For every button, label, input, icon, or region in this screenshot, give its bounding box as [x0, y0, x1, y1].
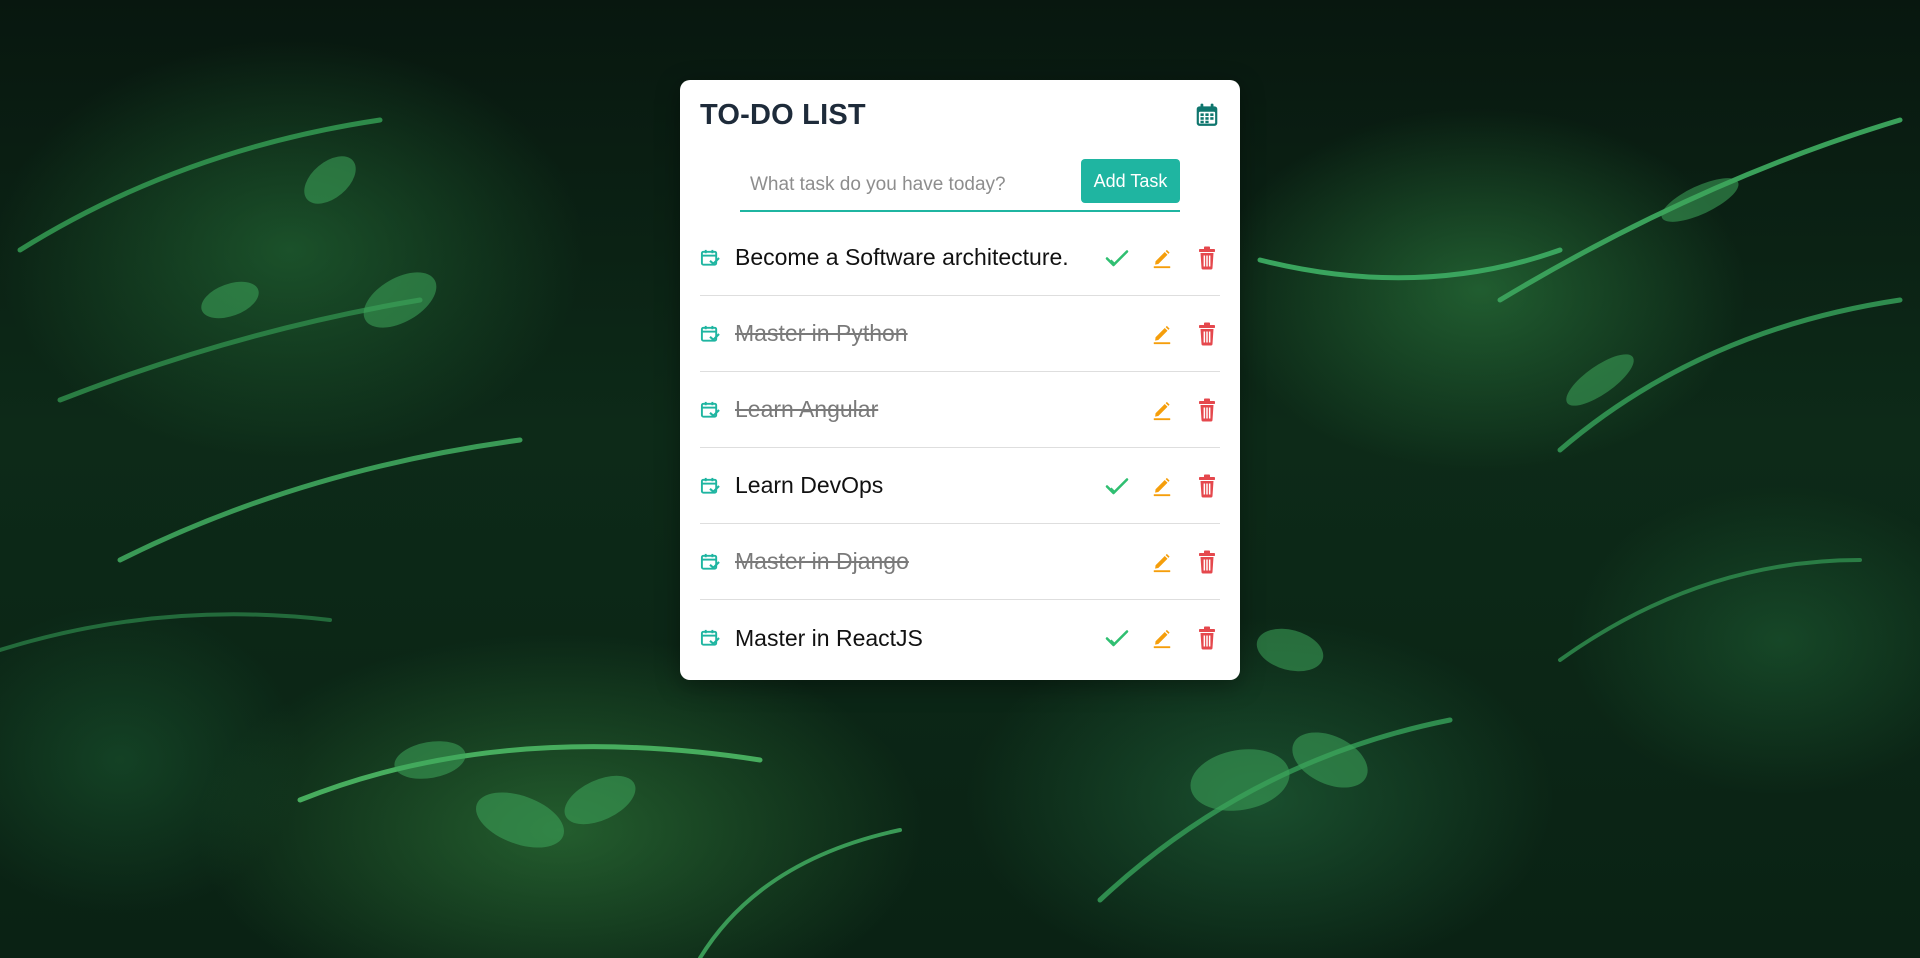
- task-actions: [1085, 397, 1220, 423]
- edit-task-button[interactable]: [1149, 473, 1175, 499]
- calendar-check-icon: [700, 325, 720, 342]
- task-row: Learn Angular: [700, 372, 1220, 448]
- task-text[interactable]: Become a Software architecture.: [735, 244, 1085, 271]
- complete-slot-empty: [1104, 321, 1130, 347]
- pencil-icon: [1153, 553, 1171, 572]
- delete-task-button[interactable]: [1194, 473, 1220, 499]
- calendar-check-icon: [700, 553, 720, 570]
- task-row: Master in ReactJS: [700, 600, 1220, 676]
- edit-task-button[interactable]: [1149, 321, 1175, 347]
- pencil-icon: [1153, 629, 1171, 649]
- trash-icon: [1199, 398, 1215, 421]
- complete-slot-empty: [1104, 549, 1130, 575]
- trash-icon: [1199, 246, 1215, 269]
- task-input[interactable]: [740, 165, 1081, 205]
- trash-icon: [1199, 322, 1215, 345]
- pencil-icon: [1153, 477, 1171, 496]
- trash-icon: [1199, 550, 1215, 573]
- task-row: Master in Python: [700, 296, 1220, 372]
- edit-task-button[interactable]: [1149, 625, 1175, 651]
- trash-icon: [1199, 474, 1215, 497]
- task-actions: [1085, 549, 1220, 575]
- delete-task-button[interactable]: [1194, 321, 1220, 347]
- check-icon: [1105, 249, 1129, 266]
- calendar-check-icon: [700, 249, 720, 266]
- task-list: Become a Software architecture. Master in…: [700, 220, 1220, 676]
- delete-task-button[interactable]: [1194, 245, 1220, 271]
- todo-header: TO-DO LIST: [700, 80, 1220, 146]
- task-actions: [1085, 321, 1220, 347]
- complete-slot-empty: [1104, 397, 1130, 423]
- pencil-icon: [1153, 325, 1171, 344]
- page-title: TO-DO LIST: [700, 98, 866, 131]
- edit-task-button[interactable]: [1149, 245, 1175, 271]
- edit-task-button[interactable]: [1149, 549, 1175, 575]
- calendar-check-icon: [700, 401, 720, 418]
- delete-task-button[interactable]: [1194, 549, 1220, 575]
- check-icon: [1105, 477, 1129, 494]
- pencil-icon: [1153, 401, 1171, 420]
- task-text[interactable]: Learn DevOps: [735, 472, 1085, 499]
- add-task-form: Add Task: [740, 159, 1180, 212]
- task-actions: [1085, 625, 1220, 651]
- pencil-icon: [1153, 249, 1171, 268]
- task-text[interactable]: Master in Python: [735, 320, 1085, 347]
- edit-task-button[interactable]: [1149, 397, 1175, 423]
- delete-task-button[interactable]: [1194, 397, 1220, 423]
- task-row: Become a Software architecture.: [700, 220, 1220, 296]
- task-row: Learn DevOps: [700, 448, 1220, 524]
- task-text[interactable]: Master in ReactJS: [735, 625, 1085, 652]
- complete-task-button[interactable]: [1104, 625, 1130, 651]
- calendar-check-icon: [700, 477, 720, 494]
- task-actions: [1085, 473, 1220, 499]
- task-actions: [1085, 245, 1220, 271]
- delete-task-button[interactable]: [1194, 625, 1220, 651]
- task-row: Master in Django: [700, 524, 1220, 600]
- todo-card: TO-DO LIST Add Task Become a Software ar…: [680, 80, 1240, 680]
- check-icon: [1105, 630, 1129, 647]
- trash-icon: [1199, 626, 1215, 650]
- task-text[interactable]: Learn Angular: [735, 396, 1085, 423]
- calendar-icon[interactable]: [1194, 102, 1220, 128]
- add-task-button[interactable]: Add Task: [1081, 159, 1180, 203]
- complete-task-button[interactable]: [1104, 473, 1130, 499]
- complete-task-button[interactable]: [1104, 245, 1130, 271]
- task-text[interactable]: Master in Django: [735, 548, 1085, 575]
- calendar-check-icon: [700, 629, 720, 646]
